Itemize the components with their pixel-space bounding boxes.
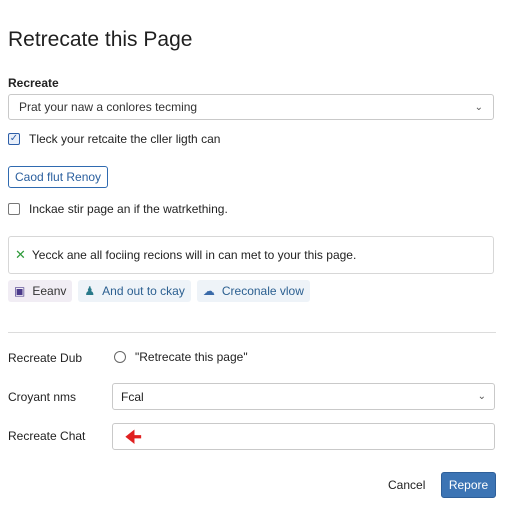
chevron-down-icon: ⌄ (477, 391, 486, 402)
divider-top (8, 332, 496, 333)
chip-label: Creconale vlow (221, 284, 304, 298)
checkbox-unchecked-icon[interactable] (8, 203, 20, 215)
radio-icon[interactable] (114, 351, 126, 363)
radio-label: "Retrecate this page" (135, 350, 248, 364)
outline-button[interactable]: Caod flut Renoy (8, 166, 109, 188)
notice-box: ✕ Yecck ane all fociing recions will in … (8, 236, 494, 274)
cloud-icon: ☁ (202, 284, 215, 298)
checkbox-checked-icon[interactable]: ✓ (8, 133, 20, 145)
chip-and-out[interactable]: ♟ And out to ckay (78, 280, 191, 302)
check-cross-icon: ✕ (15, 247, 26, 262)
form-label-chat: Recreate Chat (8, 429, 86, 443)
list-icon: ▣ (14, 284, 26, 298)
page-title: Retrecate this Page (8, 28, 193, 51)
person-icon: ♟ (84, 284, 96, 298)
form-label-dub: Recreate Dub (8, 351, 83, 365)
chip-creconale[interactable]: ☁ Creconale vlow (196, 280, 310, 302)
chip-label: Eeanv (32, 284, 67, 298)
croyant-value: Fcal (121, 389, 144, 404)
select-value: Prat your naw a conlores tecming (19, 100, 198, 114)
checkbox-row-2[interactable]: Inckae stir page an if the watrkething. (8, 202, 228, 216)
divider-bottom (8, 458, 496, 459)
chip-row: ▣ Eeanv ♟ And out to ckay ☁ Creconale vl… (8, 280, 310, 302)
checkbox-row-1[interactable]: ✓ Tleck your retcaite the cller ligth ca… (8, 132, 220, 146)
recreate-select[interactable]: Prat your naw a conlores tecming ⌄ (8, 94, 494, 120)
notice-text: Yecck ane all fociing recions will in ca… (31, 248, 357, 262)
radio-option[interactable]: "Retrecate this page" (114, 350, 248, 364)
arrow-left-icon: 🠈 (125, 426, 142, 447)
section-label: Recreate (8, 76, 59, 90)
croyant-select[interactable]: Fcal ⌄ (112, 383, 495, 410)
form-label-croyant: Croyant nms (8, 390, 77, 404)
cancel-button[interactable]: Cancel (388, 478, 425, 492)
chip-label: And out to ckay (102, 284, 185, 298)
chip-eeanv[interactable]: ▣ Eeanv (8, 280, 73, 302)
checkbox-label-2: Inckae stir page an if the watrkething. (29, 202, 228, 216)
primary-button[interactable]: Repore (441, 472, 496, 498)
chat-input[interactable]: 🠈 (112, 423, 495, 450)
chevron-down-icon: ⌄ (474, 101, 483, 113)
checkbox-label-1: Tleck your retcaite the cller ligth can (29, 132, 221, 146)
